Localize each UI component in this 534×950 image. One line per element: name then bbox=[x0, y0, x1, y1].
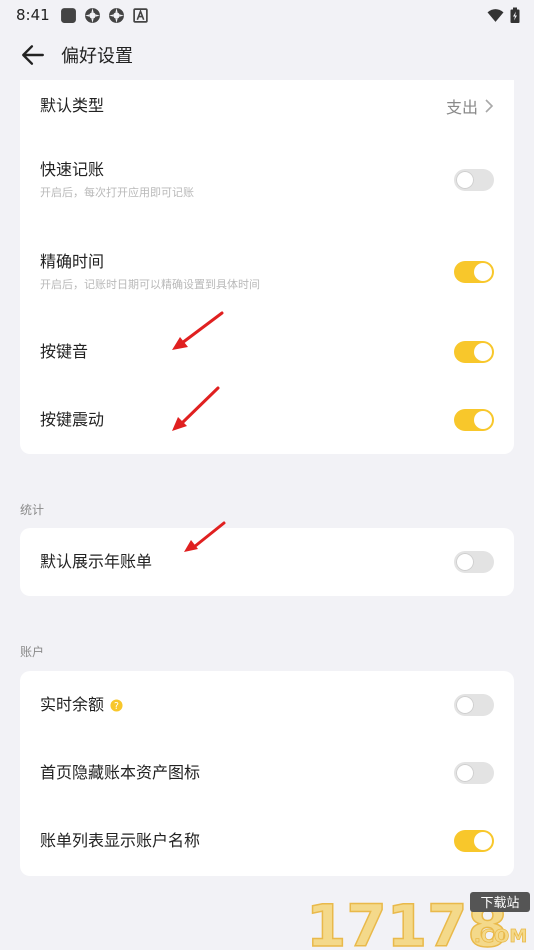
key-sound-label: 按键音 bbox=[40, 342, 89, 361]
app-notification-icon bbox=[60, 7, 76, 23]
quick-record-description: 开启后，每次打开应用即可记账 bbox=[40, 186, 194, 199]
realtime-balance-toggle[interactable] bbox=[454, 694, 494, 716]
show-account-name-row: 账单列表显示账户名称 bbox=[20, 819, 514, 863]
hide-asset-icon-label: 首页隐藏账本资产图标 bbox=[40, 763, 201, 782]
show-account-name-label: 账单列表显示账户名称 bbox=[40, 831, 201, 850]
default-type-value: 支出 bbox=[445, 98, 478, 117]
realtime-balance-label: 实时余额 bbox=[40, 695, 105, 714]
gear-notification-icon bbox=[84, 7, 100, 23]
back-arrow-icon[interactable] bbox=[20, 42, 46, 68]
accounts-card: 实时余额 ? 首页隐藏账本资产图标 账单列表显示账户名称 bbox=[20, 671, 514, 876]
default-type-label: 默认类型 bbox=[40, 96, 105, 115]
key-sound-row: 按键音 bbox=[20, 328, 514, 376]
key-vibrate-toggle[interactable] bbox=[454, 409, 494, 431]
status-system-icons bbox=[487, 7, 520, 24]
key-sound-toggle[interactable] bbox=[454, 341, 494, 363]
annotation-arrow-yearly-bill bbox=[184, 521, 226, 552]
accounts-section-label: 账户 bbox=[20, 645, 45, 659]
help-icon[interactable]: ? bbox=[110, 698, 123, 712]
general-settings-card: 默认类型 支出 快速记账 开启后，每次打开应用即可记账 精确时间 开启后，记账时… bbox=[20, 80, 514, 454]
show-account-name-toggle[interactable] bbox=[454, 830, 494, 852]
precise-time-label: 精确时间 bbox=[40, 252, 105, 271]
realtime-balance-row: 实时余额 ? bbox=[20, 683, 514, 727]
stats-section-label: 统计 bbox=[20, 503, 45, 517]
svg-text:.COM: .COM bbox=[474, 926, 527, 947]
annotation-arrow-key-vibrate bbox=[172, 386, 220, 431]
page-title: 偏好设置 bbox=[61, 46, 133, 67]
font-notification-icon bbox=[132, 7, 148, 23]
yearly-bill-row: 默认展示年账单 bbox=[20, 528, 514, 596]
precise-time-toggle[interactable] bbox=[454, 261, 494, 283]
svg-text:?: ? bbox=[114, 700, 119, 711]
hide-asset-icon-row: 首页隐藏账本资产图标 bbox=[20, 751, 514, 795]
wifi-icon bbox=[487, 8, 504, 22]
battery-icon bbox=[510, 7, 520, 23]
gear-notification-icon-2 bbox=[108, 7, 124, 23]
yearly-bill-toggle[interactable] bbox=[454, 551, 494, 573]
status-bar: 8:41 bbox=[0, 0, 534, 30]
status-notification-icons bbox=[60, 7, 149, 24]
app-bar: 偏好设置 bbox=[0, 30, 534, 80]
precise-time-row: 精确时间 开启后，记账时日期可以精确设置到具体时间 bbox=[20, 240, 514, 304]
chevron-right-icon bbox=[485, 99, 494, 113]
key-vibrate-label: 按键震动 bbox=[40, 410, 105, 429]
stats-card: 默认展示年账单 bbox=[20, 528, 514, 596]
default-type-row[interactable]: 默认类型 支出 bbox=[20, 80, 514, 132]
site-watermark-logo: 17178 下载站 .COM bbox=[305, 891, 530, 950]
hide-asset-icon-toggle[interactable] bbox=[454, 762, 494, 784]
quick-record-toggle[interactable] bbox=[454, 169, 494, 191]
key-vibrate-row: 按键震动 bbox=[20, 396, 514, 444]
yearly-bill-label: 默认展示年账单 bbox=[40, 552, 153, 571]
annotation-arrow-key-sound bbox=[172, 311, 224, 350]
status-time: 8:41 bbox=[16, 6, 50, 24]
quick-record-label: 快速记账 bbox=[40, 160, 105, 179]
precise-time-description: 开启后，记账时日期可以精确设置到具体时间 bbox=[40, 278, 260, 291]
quick-record-row: 快速记账 开启后，每次打开应用即可记账 bbox=[20, 148, 514, 212]
svg-text:下载站: 下载站 bbox=[480, 896, 519, 911]
